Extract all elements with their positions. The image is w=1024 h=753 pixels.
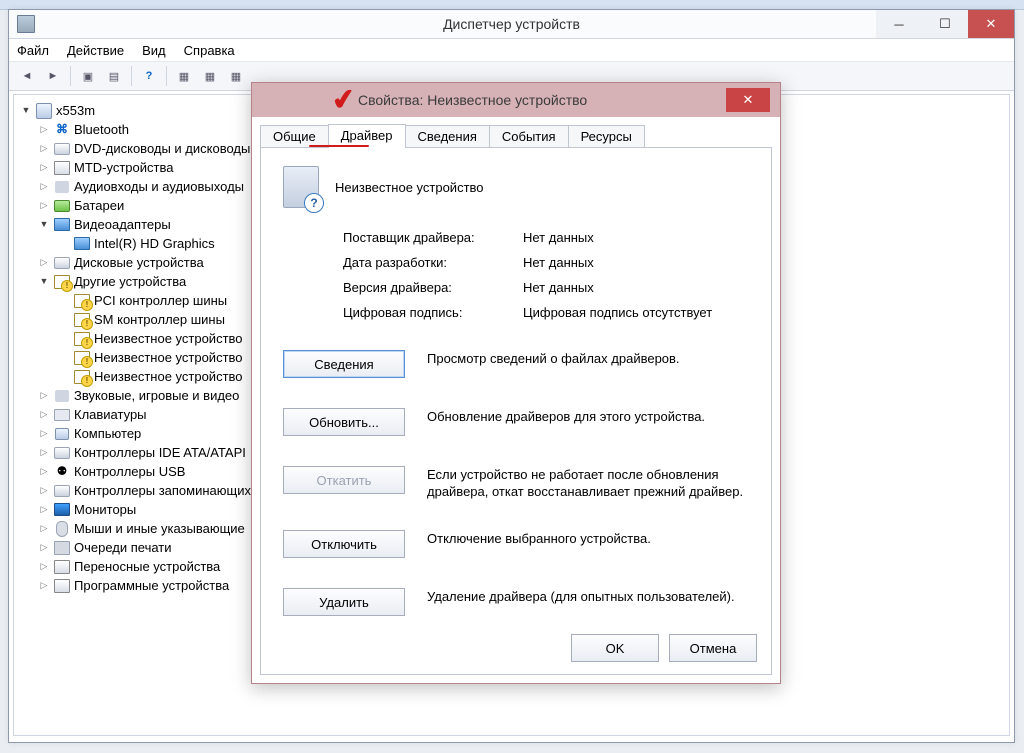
properties-dialog: ✔ Свойства: Неизвестное устройство ✕ Общ… [251, 82, 781, 684]
device-name: Неизвестное устройство [335, 180, 484, 195]
menu-view[interactable]: Вид [140, 41, 168, 60]
forward-button[interactable]: ► [41, 64, 65, 88]
titlebar: Диспетчер устройств ─ ☐ ✕ [9, 10, 1014, 39]
disable-device-desc: Отключение выбранного устройства. [427, 530, 749, 547]
annotation-underline [309, 145, 369, 147]
driver-details-desc: Просмотр сведений о файлах драйверов. [427, 350, 749, 367]
tabstrip: Общие Драйвер Сведения События Ресурсы [260, 123, 772, 147]
device-icon [283, 166, 319, 208]
update-driver-desc: Обновление драйверов для этого устройств… [427, 408, 749, 425]
driver-details-button[interactable]: Сведения [283, 350, 405, 378]
rollback-driver-button[interactable]: Откатить [283, 466, 405, 494]
label-signature: Цифровая подпись: [343, 305, 523, 320]
tab-page-driver: Неизвестное устройство Поставщик драйвер… [260, 147, 772, 675]
disable-device-button[interactable]: Отключить [283, 530, 405, 558]
value-version: Нет данных [523, 280, 749, 295]
menu-file[interactable]: Файл [15, 41, 51, 60]
menu-action[interactable]: Действие [65, 41, 126, 60]
ok-button[interactable]: OK [571, 634, 659, 662]
uninstall-driver-button[interactable]: Удалить [283, 588, 405, 616]
properties-button[interactable]: ▦ [224, 64, 248, 88]
dialog-close-button[interactable]: ✕ [726, 88, 770, 112]
label-date: Дата разработки: [343, 255, 523, 270]
uninstall-driver-desc: Удаление драйвера (для опытных пользоват… [427, 588, 749, 605]
dialog-titlebar: ✔ Свойства: Неизвестное устройство ✕ [252, 83, 780, 117]
value-signature: Цифровая подпись отсутствует [523, 305, 749, 320]
dialog-title: Свойства: Неизвестное устройство [358, 92, 587, 108]
update-driver-button[interactable]: Обновить... [283, 408, 405, 436]
value-provider: Нет данных [523, 230, 749, 245]
annotation-checkmark: ✔ [330, 82, 358, 118]
label-provider: Поставщик драйвера: [343, 230, 523, 245]
label-version: Версия драйвера: [343, 280, 523, 295]
value-date: Нет данных [523, 255, 749, 270]
menubar: Файл Действие Вид Справка [9, 39, 1014, 62]
window-title: Диспетчер устройств [9, 16, 1014, 32]
help-button[interactable]: ? [137, 64, 161, 88]
up-button[interactable]: ▣ [76, 64, 100, 88]
view-button[interactable]: ▤ [102, 64, 126, 88]
back-button[interactable]: ◄ [15, 64, 39, 88]
cancel-button[interactable]: Отмена [669, 634, 757, 662]
refresh-button[interactable]: ▦ [198, 64, 222, 88]
menu-help[interactable]: Справка [182, 41, 237, 60]
rollback-driver-desc: Если устройство не работает после обновл… [427, 466, 749, 500]
scan-button[interactable]: ▦ [172, 64, 196, 88]
